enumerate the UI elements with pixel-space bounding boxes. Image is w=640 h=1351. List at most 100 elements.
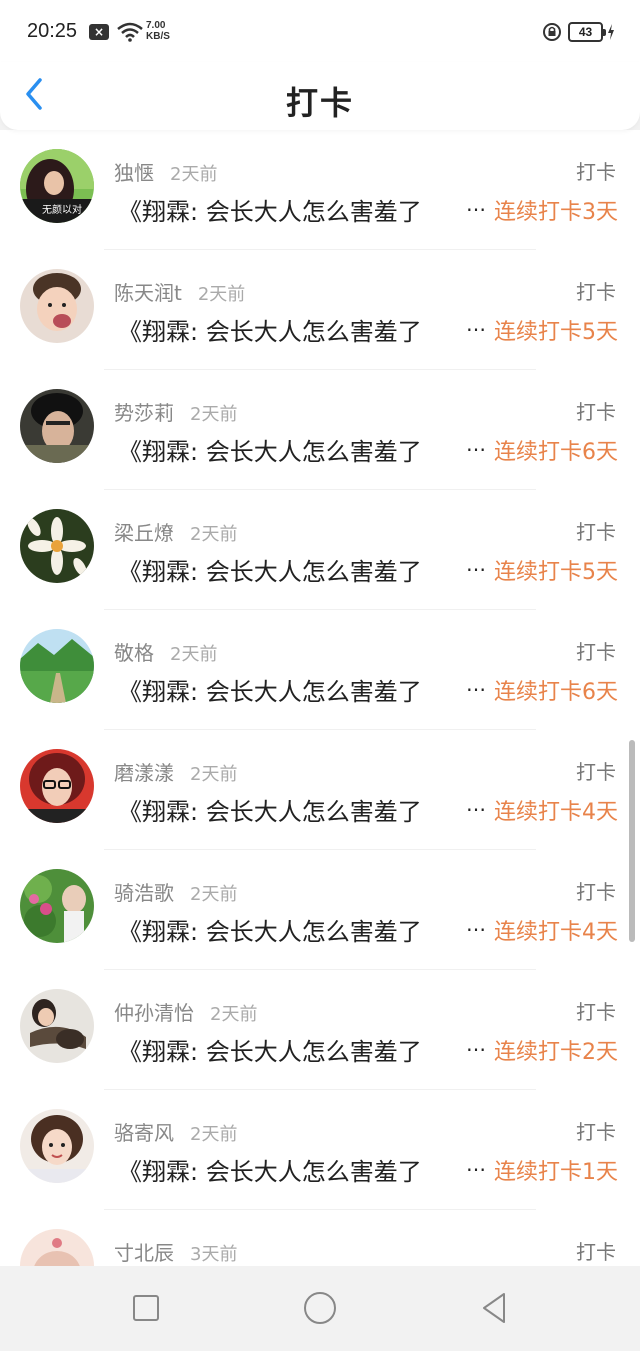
app-header: 打卡 <box>0 62 640 130</box>
streak-badge: 连续打卡4天 <box>494 920 618 945</box>
list-item[interactable]: 梁丘燎 2天前 打卡 《翔霖: 会长大人怎么害羞了 … 连续打卡5天 <box>0 490 640 610</box>
ellipsis: … <box>466 1152 486 1176</box>
action-label: 打卡 <box>576 160 616 184</box>
post-time: 2天前 <box>210 1004 258 1025</box>
user-name: 仲孙清怡 <box>114 1001 194 1025</box>
list-item[interactable]: 骆寄风 2天前 打卡 《翔霖: 会长大人怎么害羞了 … 连续打卡1天 <box>0 1090 640 1210</box>
streak-badge: 连续打卡6天 <box>494 440 618 465</box>
notification-close-icon: × <box>89 24 109 40</box>
user-name: 磨漾漾 <box>114 761 174 785</box>
streak-badge: 连续打卡3天 <box>494 200 618 225</box>
avatar[interactable] <box>20 1109 94 1183</box>
user-name: 敬格 <box>114 641 154 665</box>
username: 骑浩歌 2天前 <box>114 877 237 906</box>
user-name: 独惬 <box>114 161 154 185</box>
ellipsis: … <box>466 192 486 216</box>
battery-indicator: 43 <box>568 22 606 42</box>
system-nav-bar <box>0 1266 640 1351</box>
rotation-lock-icon <box>543 23 561 41</box>
avatar[interactable] <box>20 389 94 463</box>
action-label: 打卡 <box>576 880 616 904</box>
ellipsis: … <box>466 312 486 336</box>
username: 寸北辰 3天前 <box>114 1237 237 1266</box>
list-item[interactable]: 敬格 2天前 打卡 《翔霖: 会长大人怎么害羞了 … 连续打卡6天 <box>0 610 640 730</box>
post-time: 3天前 <box>190 1244 238 1265</box>
square-icon[interactable] <box>126 1288 166 1328</box>
action-label: 打卡 <box>576 1000 616 1024</box>
post-time: 2天前 <box>190 524 238 545</box>
username: 骆寄风 2天前 <box>114 1117 237 1146</box>
username: 磨漾漾 2天前 <box>114 757 237 786</box>
ellipsis: … <box>466 432 486 456</box>
user-name: 寸北辰 <box>114 1241 174 1265</box>
streak-badge: 连续打卡4天 <box>494 800 618 825</box>
avatar-caption: 无颜以对 <box>42 203 82 216</box>
speed-value: 7.00 <box>146 20 166 31</box>
page-title: 打卡 <box>285 84 354 122</box>
speed-unit: KB/S <box>146 31 170 42</box>
list-item[interactable]: 寸北辰 3天前 打卡 <box>0 1210 640 1266</box>
user-name: 势莎莉 <box>114 401 174 425</box>
post-time: 2天前 <box>197 284 246 305</box>
username: 仲孙清怡 2天前 <box>114 997 257 1026</box>
status-time: 20:25 <box>27 20 78 42</box>
avatar[interactable] <box>20 869 94 943</box>
post-title[interactable]: 《翔霖: 会长大人怎么害羞了 <box>118 912 478 947</box>
avatar[interactable] <box>20 269 94 343</box>
post-title[interactable]: 《翔霖: 会长大人怎么害羞了 <box>118 792 478 827</box>
post-title[interactable]: 《翔霖: 会长大人怎么害羞了 <box>118 312 478 347</box>
ellipsis: … <box>466 672 486 696</box>
username: 梁丘燎 2天前 <box>114 517 237 546</box>
post-title[interactable]: 《翔霖: 会长大人怎么害羞了 <box>118 1152 478 1187</box>
action-label: 打卡 <box>576 1240 616 1264</box>
ellipsis: … <box>466 792 486 816</box>
action-label: 打卡 <box>576 1120 616 1144</box>
post-time: 2天前 <box>190 1124 238 1145</box>
post-title[interactable]: 《翔霖: 会长大人怎么害羞了 <box>118 552 478 587</box>
post-title[interactable]: 《翔霖: 会长大人怎么害羞了 <box>118 192 478 227</box>
streak-badge: 连续打卡6天 <box>494 680 618 705</box>
user-name: 骑浩歌 <box>114 881 174 905</box>
action-label: 打卡 <box>576 400 616 424</box>
wifi-icon <box>117 22 143 42</box>
avatar[interactable] <box>20 629 94 703</box>
list-item[interactable]: 陈天润t 2天前 打卡 《翔霖: 会长大人怎么害羞了 … 连续打卡5天 <box>0 250 640 370</box>
list-item[interactable]: 磨漾漾 2天前 打卡 《翔霖: 会长大人怎么害羞了 … 连续打卡4天 <box>0 730 640 850</box>
post-time: 2天前 <box>190 764 238 785</box>
avatar[interactable] <box>20 509 94 583</box>
charging-icon <box>608 24 614 40</box>
action-label: 打卡 <box>576 760 616 784</box>
list-item[interactable]: 仲孙清怡 2天前 打卡 《翔霖: 会长大人怎么害羞了 … 连续打卡2天 <box>0 970 640 1090</box>
avatar[interactable]: 无颜以对 <box>20 149 94 223</box>
post-title[interactable]: 《翔霖: 会长大人怎么害羞了 <box>118 432 478 467</box>
list-item[interactable]: 势莎莉 2天前 打卡 《翔霖: 会长大人怎么害羞了 … 连续打卡6天 <box>0 370 640 490</box>
action-label: 打卡 <box>576 280 616 304</box>
avatar[interactable] <box>20 989 94 1063</box>
avatar[interactable] <box>20 1229 94 1266</box>
list-item[interactable]: 无颜以对 独惬 2天前 打卡 《翔霖: 会长大人怎么害羞了 … 连续打卡3天 <box>0 130 640 250</box>
post-title[interactable]: 《翔霖: 会长大人怎么害羞了 <box>118 672 478 707</box>
avatar[interactable] <box>20 749 94 823</box>
post-time: 2天前 <box>170 164 218 185</box>
triangle-back-icon[interactable] <box>474 1288 514 1328</box>
username: 陈天润t 2天前 <box>114 277 245 306</box>
ellipsis: … <box>466 552 486 576</box>
username: 势莎莉 2天前 <box>114 397 237 426</box>
post-time: 2天前 <box>190 404 238 425</box>
action-label: 打卡 <box>576 640 616 664</box>
streak-badge: 连续打卡2天 <box>494 1040 618 1065</box>
status-bar: 20:25 × 7.00 KB/S 43 <box>0 0 640 62</box>
scrollbar[interactable] <box>629 740 635 942</box>
list-item[interactable]: 骑浩歌 2天前 打卡 《翔霖: 会长大人怎么害羞了 … 连续打卡4天 <box>0 850 640 970</box>
user-name: 梁丘燎 <box>114 521 174 545</box>
circle-icon[interactable] <box>300 1288 340 1328</box>
user-name: 骆寄风 <box>114 1121 174 1145</box>
post-time: 2天前 <box>170 644 218 665</box>
post-title[interactable]: 《翔霖: 会长大人怎么害羞了 <box>118 1032 478 1067</box>
post-time: 2天前 <box>190 884 238 905</box>
username: 敬格 2天前 <box>114 637 217 666</box>
checkin-feed[interactable]: 无颜以对 独惬 2天前 打卡 《翔霖: 会长大人怎么害羞了 … 连续打卡3天 陈天… <box>0 130 640 1266</box>
username: 独惬 2天前 <box>114 157 217 186</box>
ellipsis: … <box>466 912 486 936</box>
streak-badge: 连续打卡1天 <box>494 1160 618 1185</box>
